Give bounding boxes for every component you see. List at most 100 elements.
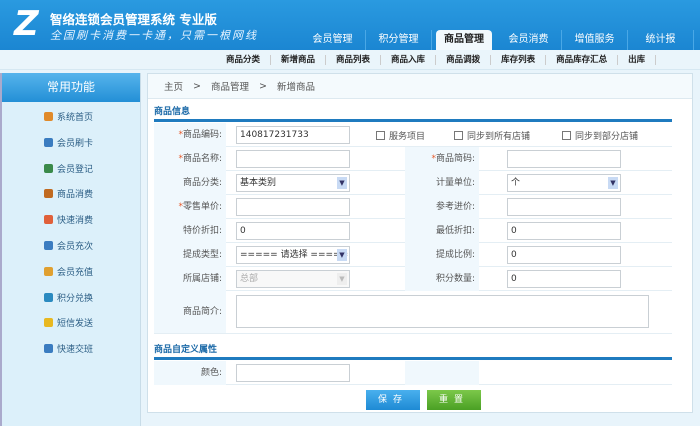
color-input[interactable]	[236, 364, 350, 382]
breadcrumb-home[interactable]: 主页	[164, 79, 183, 93]
logo-icon: Z	[14, 4, 39, 44]
name-input[interactable]	[236, 150, 350, 168]
chevron-down-icon: ▼	[337, 249, 347, 261]
subnav-stock-in[interactable]: 商品入库	[381, 55, 437, 65]
reset-button[interactable]: 重置	[427, 390, 481, 410]
chevron-right-icon: >	[193, 80, 201, 92]
subnav-add-goods[interactable]: 新增商品	[271, 55, 327, 65]
sync-all-checkbox[interactable]: 同步到所有店铺	[454, 129, 530, 142]
subnav-transfer[interactable]: 商品调拨	[436, 55, 492, 65]
tab-points[interactable]: 积分管理	[366, 30, 432, 50]
user-card-icon	[44, 137, 53, 147]
min-discount-input[interactable]: 0	[507, 222, 621, 240]
divider	[154, 357, 672, 360]
form-row: *商品编码: 140817231733 服务项目 同步到所有店铺 同步到部分店铺	[154, 123, 672, 147]
chevron-down-icon: ▼	[608, 177, 618, 189]
subnav-category[interactable]: 商品分类	[216, 55, 272, 65]
chevron-right-icon: >	[259, 80, 267, 92]
gift-icon	[44, 292, 53, 302]
commission-type-label: 提成类型:	[154, 243, 226, 267]
section-title: 商品自定义属性	[154, 345, 218, 355]
sidebar-item[interactable]: 会员刷卡	[44, 136, 93, 149]
store-label: 所属店铺:	[154, 267, 226, 291]
sidebar-item[interactable]: 会员登记	[44, 162, 93, 175]
sidebar-item[interactable]: 系统首页	[44, 110, 93, 123]
special-discount-input[interactable]: 0	[236, 222, 350, 240]
users-icon	[44, 163, 53, 173]
form-row: 商品分类: 基本类别 ▼ 计量单位: 个 ▼	[154, 171, 672, 195]
sidebar-item[interactable]: 快速交班	[44, 342, 93, 355]
points-input[interactable]: 0	[507, 270, 621, 288]
unit-label: 计量单位:	[405, 171, 479, 195]
cart-icon	[44, 189, 53, 199]
price-label: *零售单价:	[154, 195, 226, 219]
commission-ratio-input[interactable]: 0	[507, 246, 621, 264]
desc-label: 商品简介:	[154, 291, 226, 333]
mail-icon	[44, 318, 53, 328]
content-panel: 主页 > 商品管理 > 新增商品 商品信息 *商品编码: 140817231733 …	[147, 73, 693, 413]
tab-member[interactable]: 会员管理	[300, 30, 366, 50]
main-tabs: 会员管理 积分管理 商品管理 会员消费 增值服务 统计报	[300, 30, 700, 50]
sidebar-title: 常用功能	[2, 73, 140, 102]
recharge-icon	[44, 241, 53, 250]
edit-icon	[44, 215, 53, 225]
section-title: 商品信息	[154, 107, 191, 117]
subnav-goods-list[interactable]: 商品列表	[326, 55, 382, 65]
wallet-icon	[44, 266, 53, 276]
category-select[interactable]: 基本类别 ▼	[236, 174, 350, 192]
sub-nav: 商品分类 新增商品 商品列表 商品入库 商品调拨 库存列表 商品库存汇总 出库	[0, 50, 700, 70]
sidebar-item[interactable]: 商品消费	[44, 187, 93, 200]
form-row: 颜色:	[154, 361, 672, 385]
color-label: 颜色:	[154, 361, 226, 385]
form-row: 商品简介:	[154, 291, 672, 334]
sidebar-item-label: 会员充值	[57, 267, 94, 278]
price-input[interactable]	[236, 198, 350, 216]
sidebar-item-label: 会员充次	[57, 242, 94, 252]
subnav-stock-list[interactable]: 库存列表	[491, 55, 547, 65]
sidebar-item-label: 快速消费	[57, 216, 94, 227]
save-button[interactable]: 保存	[366, 390, 420, 410]
short-code-input[interactable]	[507, 150, 621, 168]
sidebar-item-label: 商品消费	[57, 190, 94, 201]
sidebar-item[interactable]: 积分兑换	[44, 291, 93, 304]
sync-some-checkbox[interactable]: 同步到部分店铺	[562, 129, 638, 142]
shift-icon	[44, 344, 53, 354]
breadcrumb-goods[interactable]: 商品管理	[211, 79, 249, 93]
name-label: *商品名称:	[154, 147, 226, 171]
tab-value-added[interactable]: 增值服务	[562, 30, 628, 50]
empty-label	[405, 361, 479, 385]
commission-type-select[interactable]: ===== 请选择 ===== ▼	[236, 246, 350, 264]
chevron-down-icon: ▼	[337, 273, 347, 285]
chevron-down-icon: ▼	[337, 177, 347, 189]
home-icon	[44, 112, 53, 121]
breadcrumb: 主页 > 商品管理 > 新增商品	[148, 74, 692, 99]
form-row: *商品名称: *商品简码:	[154, 147, 672, 171]
sidebar-item-label: 积分兑换	[57, 293, 94, 304]
form-row: *零售单价: 参考进价:	[154, 195, 672, 219]
sidebar-item[interactable]: 短信发送	[44, 316, 93, 329]
form-row: 提成类型: ===== 请选择 ===== ▼ 提成比例: 0	[154, 243, 672, 267]
subnav-stock-summary[interactable]: 商品库存汇总	[546, 55, 619, 65]
sidebar-item-label: 短信发送	[57, 319, 94, 330]
store-select: 总部 ▼	[236, 270, 350, 288]
ref-price-input[interactable]	[507, 198, 621, 216]
subnav-stock-out[interactable]: 出库	[618, 55, 657, 65]
form-row: 特价折扣: 0 最低折扣: 0	[154, 219, 672, 243]
special-discount-label: 特价折扣:	[154, 219, 226, 243]
tab-stats[interactable]: 统计报	[628, 30, 694, 50]
sidebar-item-label: 会员登记	[57, 164, 94, 175]
sidebar-item[interactable]: 会员充次	[44, 239, 93, 252]
sidebar-item[interactable]: 会员充值	[44, 265, 93, 278]
commission-ratio-label: 提成比例:	[405, 243, 479, 267]
app-title: 智络连锁会员管理系统 专业版	[50, 12, 217, 27]
sidebar: 常用功能 系统首页会员刷卡会员登记商品消费快速消费会员充次会员充值积分兑换短信发…	[0, 73, 141, 426]
desc-textarea[interactable]	[236, 295, 649, 328]
sidebar-item[interactable]: 快速消费	[44, 213, 93, 226]
service-item-checkbox[interactable]: 服务项目	[376, 129, 425, 142]
unit-select[interactable]: 个 ▼	[507, 174, 621, 192]
sidebar-item-label: 会员刷卡	[57, 138, 94, 149]
tab-goods[interactable]: 商品管理	[436, 30, 492, 50]
breadcrumb-current: 新增商品	[276, 82, 315, 93]
code-input[interactable]: 140817231733	[236, 126, 350, 144]
tab-consume[interactable]: 会员消费	[496, 30, 562, 50]
